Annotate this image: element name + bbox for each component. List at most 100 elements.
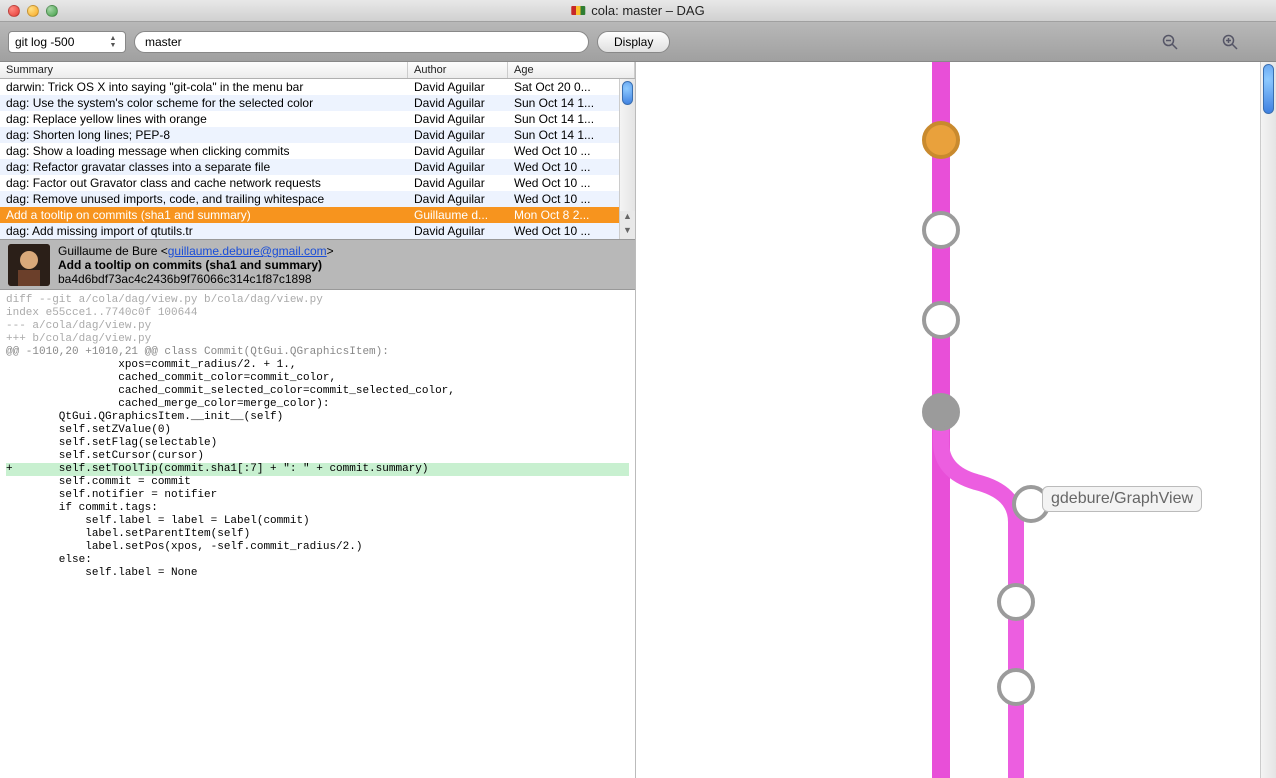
zoom-in-icon[interactable] — [1222, 34, 1238, 50]
diff-line: if commit.tags: — [6, 502, 629, 515]
table-body[interactable]: darwin: Trick OS X into saying "git-cola… — [0, 79, 619, 239]
table-row[interactable]: dag: Factor out Gravator class and cache… — [0, 175, 619, 191]
cell-summary: dag: Refactor gravatar classes into a se… — [0, 160, 408, 174]
table-row[interactable]: dag: Use the system's color scheme for t… — [0, 95, 619, 111]
cell-summary: dag: Factor out Gravator class and cache… — [0, 176, 408, 190]
commit-graph[interactable] — [636, 62, 1276, 778]
diff-line: QtGui.QGraphicsItem.__init__(self) — [6, 411, 629, 424]
app-icon — [571, 6, 585, 15]
cell-summary: dag: Use the system's color scheme for t… — [0, 96, 408, 110]
commit-node[interactable] — [999, 585, 1033, 619]
diff-line: self.label = None — [6, 567, 629, 580]
commit-author-name: Guillaume de Bure — [58, 244, 157, 258]
diff-line: label.setPos(xpos, -self.commit_radius/2… — [6, 541, 629, 554]
diff-line: self.setZValue(0) — [6, 424, 629, 437]
cell-summary: darwin: Trick OS X into saying "git-cola… — [0, 80, 408, 94]
diff-line: label.setParentItem(self) — [6, 528, 629, 541]
cell-age: Mon Oct 8 2... — [508, 208, 619, 222]
column-header-author[interactable]: Author — [408, 62, 508, 78]
zoom-window-button[interactable] — [46, 5, 58, 17]
cell-author: David Aguilar — [408, 224, 508, 238]
cell-summary: dag: Add missing import of qtutils.tr — [0, 224, 408, 238]
scrollbar-thumb[interactable] — [622, 81, 633, 105]
display-button-label: Display — [614, 35, 653, 49]
table-row[interactable]: dag: Shorten long lines; PEP-8David Agui… — [0, 127, 619, 143]
commit-node[interactable] — [924, 123, 958, 157]
table-row[interactable]: dag: Refactor gravatar classes into a se… — [0, 159, 619, 175]
cell-age: Sun Oct 14 1... — [508, 96, 619, 110]
display-button[interactable]: Display — [597, 31, 670, 53]
commit-node[interactable] — [999, 670, 1033, 704]
graph-scrollbar[interactable] — [1260, 62, 1276, 778]
cell-age: Wed Oct 10 ... — [508, 224, 619, 238]
zoom-out-icon[interactable] — [1162, 34, 1178, 50]
cell-summary: Add a tooltip on commits (sha1 and summa… — [0, 208, 408, 222]
graph-pane[interactable]: gdebure/GraphView — [636, 62, 1276, 778]
cell-age: Wed Oct 10 ... — [508, 176, 619, 190]
diff-line: cached_commit_selected_color=commit_sele… — [6, 385, 629, 398]
table-row[interactable]: darwin: Trick OS X into saying "git-cola… — [0, 79, 619, 95]
cell-summary: dag: Shorten long lines; PEP-8 — [0, 128, 408, 142]
branch-label[interactable]: gdebure/GraphView — [1042, 486, 1202, 512]
diff-line: self.setCursor(cursor) — [6, 450, 629, 463]
scrollbar-thumb[interactable] — [1263, 64, 1274, 114]
close-window-button[interactable] — [8, 5, 20, 17]
diff-line: + self.setToolTip(commit.sha1[:7] + ": "… — [6, 463, 629, 476]
scroll-up-icon[interactable]: ▲ — [620, 211, 635, 225]
commit-meta: Guillaume de Bure <guillaume.debure@gmai… — [58, 244, 334, 285]
diff-line: self.label = label = Label(commit) — [6, 515, 629, 528]
diff-line: index e55cce1..7740c0f 100644 — [6, 307, 629, 320]
table-row[interactable]: dag: Show a loading message when clickin… — [0, 143, 619, 159]
branch-input-text: master — [145, 35, 182, 49]
stepper-down-icon[interactable]: ▼ — [107, 42, 119, 49]
cell-age: Sun Oct 14 1... — [508, 128, 619, 142]
diff-line: xpos=commit_radius/2. + 1., — [6, 359, 629, 372]
cell-age: Wed Oct 10 ... — [508, 192, 619, 206]
table-row[interactable]: dag: Remove unused imports, code, and tr… — [0, 191, 619, 207]
cell-author: David Aguilar — [408, 112, 508, 126]
commit-table-scrollbar[interactable]: ▲ ▼ — [619, 79, 635, 239]
window-title-text: cola: master – DAG — [591, 3, 704, 18]
branch-input[interactable]: master — [134, 31, 589, 53]
cell-author: David Aguilar — [408, 160, 508, 174]
window-titlebar: cola: master – DAG — [0, 0, 1276, 22]
scroll-down-icon[interactable]: ▼ — [620, 225, 635, 239]
diff-view[interactable]: diff --git a/cola/dag/view.py b/cola/dag… — [0, 290, 635, 778]
cell-author: David Aguilar — [408, 192, 508, 206]
table-row[interactable]: Add a tooltip on commits (sha1 and summa… — [0, 207, 619, 223]
column-header-age[interactable]: Age — [508, 62, 635, 78]
table-row[interactable]: dag: Add missing import of qtutils.trDav… — [0, 223, 619, 239]
table-header: Summary Author Age — [0, 62, 635, 79]
avatar — [8, 244, 50, 286]
diff-line: cached_merge_color=merge_color): — [6, 398, 629, 411]
cell-author: Guillaume d... — [408, 208, 508, 222]
cell-summary: dag: Replace yellow lines with orange — [0, 112, 408, 126]
column-header-summary[interactable]: Summary — [0, 62, 408, 78]
cell-author: David Aguilar — [408, 96, 508, 110]
cell-age: Sun Oct 14 1... — [508, 112, 619, 126]
commit-node[interactable] — [924, 303, 958, 337]
log-command-field[interactable]: git log -500 ▲ ▼ — [8, 31, 126, 53]
diff-line: self.notifier = notifier — [6, 489, 629, 502]
cell-author: David Aguilar — [408, 176, 508, 190]
cell-author: David Aguilar — [408, 128, 508, 142]
diff-line: cached_commit_color=commit_color, — [6, 372, 629, 385]
commit-sha: ba4d6bdf73ac4c2436b9f76066c314c1f87c1898 — [58, 272, 334, 286]
commit-subject: Add a tooltip on commits (sha1 and summa… — [58, 258, 334, 272]
diff-line: self.setFlag(selectable) — [6, 437, 629, 450]
count-stepper[interactable]: ▲ ▼ — [107, 35, 119, 49]
cell-age: Sat Oct 20 0... — [508, 80, 619, 94]
cell-summary: dag: Show a loading message when clickin… — [0, 144, 408, 158]
window-title: cola: master – DAG — [571, 3, 704, 18]
left-pane: Summary Author Age darwin: Trick OS X in… — [0, 62, 636, 778]
diff-line: @@ -1010,20 +1010,21 @@ class Commit(QtG… — [6, 346, 629, 359]
stepper-up-icon[interactable]: ▲ — [107, 35, 119, 42]
table-row[interactable]: dag: Replace yellow lines with orangeDav… — [0, 111, 619, 127]
commit-node[interactable] — [924, 213, 958, 247]
commit-author-email[interactable]: guillaume.debure@gmail.com — [168, 244, 327, 258]
cell-author: David Aguilar — [408, 144, 508, 158]
commit-author-line: Guillaume de Bure <guillaume.debure@gmai… — [58, 244, 334, 258]
minimize-window-button[interactable] — [27, 5, 39, 17]
commit-node[interactable] — [924, 395, 958, 429]
diff-line: --- a/cola/dag/view.py — [6, 320, 629, 333]
